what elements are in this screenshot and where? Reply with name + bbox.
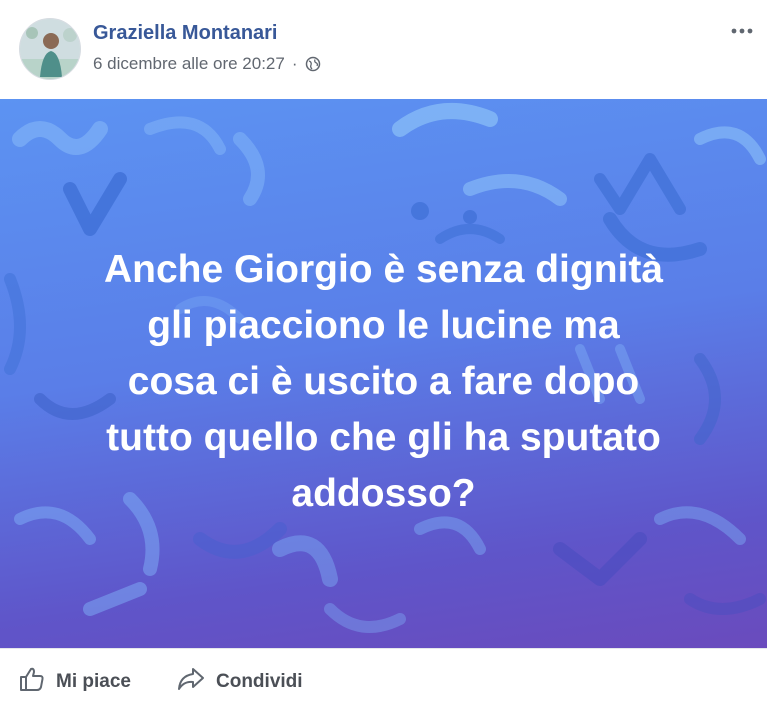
like-label: Mi piace <box>56 670 131 692</box>
post-text-line: addosso? <box>291 472 476 515</box>
share-button[interactable]: Condividi <box>176 665 303 698</box>
post-text-line: Anche Giorgio è senza dignità <box>103 248 664 291</box>
share-arrow-icon <box>176 665 206 698</box>
post-timestamp[interactable]: 6 dicembre alle ore 20:27 <box>93 54 285 74</box>
like-button[interactable]: Mi piace <box>18 665 131 698</box>
post-meta: 6 dicembre alle ore 20:27 · <box>93 54 321 74</box>
thumbs-up-icon <box>18 665 46 698</box>
more-options-icon[interactable] <box>728 20 756 42</box>
post-text: Anche Giorgio è senza dignità gli piacci… <box>20 242 747 522</box>
background-text-post: Anche Giorgio è senza dignità gli piacci… <box>0 99 767 648</box>
facebook-post: Graziella Montanari 6 dicembre alle ore … <box>0 0 767 708</box>
globe-icon[interactable] <box>305 56 321 72</box>
author-name-link[interactable]: Graziella Montanari <box>93 22 278 45</box>
post-text-line: tutto quello che gli ha sputato <box>106 416 661 459</box>
post-header: Graziella Montanari 6 dicembre alle ore … <box>0 0 767 98</box>
post-actions-bar: Mi piace Condividi <box>0 648 767 708</box>
meta-separator: · <box>291 54 298 73</box>
post-text-line: gli piacciono le lucine ma <box>147 304 620 347</box>
post-text-line: cosa ci è uscito a fare dopo <box>127 360 640 403</box>
share-label: Condividi <box>216 670 303 692</box>
author-avatar[interactable] <box>19 18 81 80</box>
